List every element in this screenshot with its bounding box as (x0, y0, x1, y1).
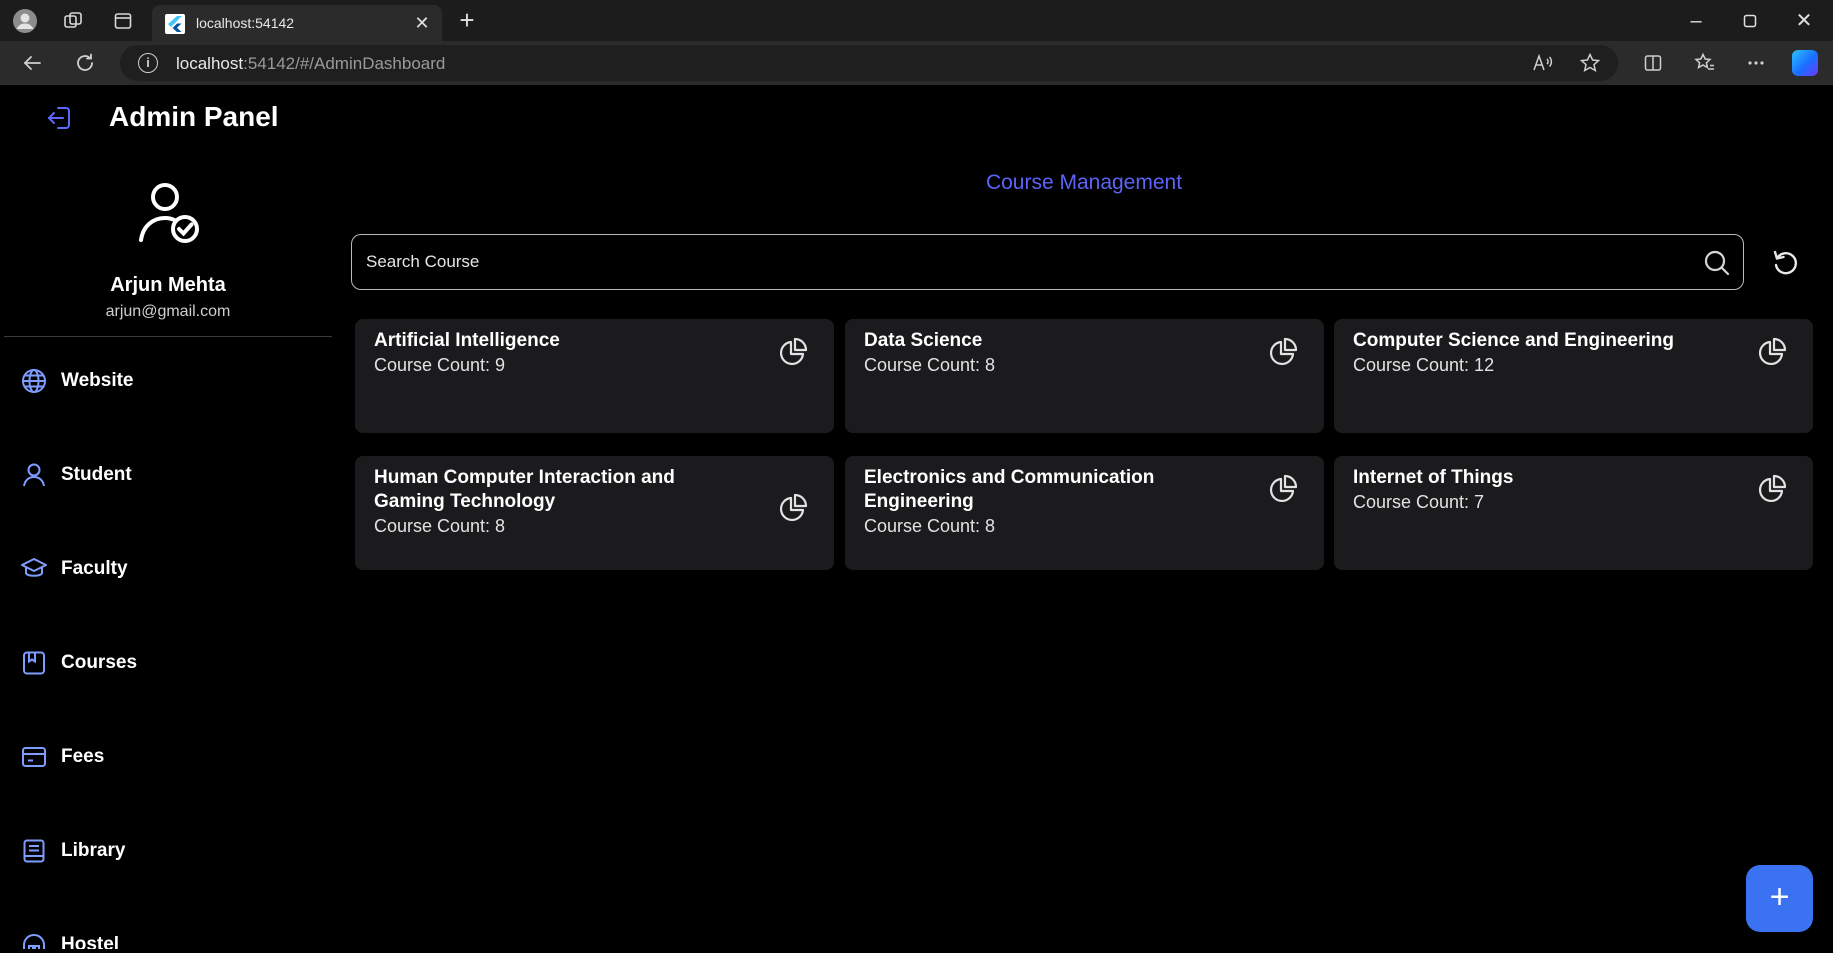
sidebar-item-label: Student (61, 464, 132, 485)
pie-chart-icon[interactable] (778, 493, 808, 523)
profile-name: Arjun Mehta (110, 274, 226, 296)
sidebar-item-label: Hostel (61, 934, 120, 949)
person-icon (19, 460, 49, 490)
workspaces-icon[interactable] (58, 6, 88, 36)
pie-chart-icon[interactable] (1757, 337, 1787, 367)
card-title: Computer Science and Engineering (1353, 330, 1674, 351)
close-icon[interactable]: ✕ (412, 13, 432, 33)
course-count: Course Count: 9 (374, 355, 506, 375)
app-title: Admin Panel (109, 101, 279, 132)
pie-chart-icon[interactable] (1268, 474, 1298, 504)
search-icon[interactable] (1703, 249, 1731, 277)
card-title: Internet of Things (1353, 467, 1514, 488)
copilot-icon[interactable] (1792, 50, 1818, 76)
course-count: Course Count: 8 (864, 355, 996, 375)
course-card-artificial-intelligence[interactable]: Artificial Intelligence Course Count: 9 (355, 319, 834, 433)
refresh-icon[interactable] (1769, 245, 1803, 279)
graduation-cap-icon (19, 554, 49, 584)
more-icon[interactable] (1741, 48, 1771, 78)
globe-icon (19, 366, 49, 396)
sidebar-item-courses[interactable]: Courses (19, 641, 319, 685)
course-count: Course Count: 8 (864, 516, 996, 536)
info-icon[interactable]: i (138, 53, 158, 73)
course-count: Course Count: 8 (374, 516, 506, 536)
sidebar-item-library[interactable]: Library (19, 829, 319, 873)
course-card-data-science[interactable]: Data Science Course Count: 8 (845, 319, 1324, 433)
profile-email: arjun@gmail.com (105, 303, 231, 320)
read-aloud-icon[interactable] (1530, 51, 1554, 75)
reload-icon[interactable] (70, 48, 100, 78)
logout-icon[interactable] (44, 102, 76, 134)
tab-actions-icon[interactable] (108, 6, 138, 36)
pie-chart-icon[interactable] (1757, 474, 1787, 504)
section-title: Course Management (985, 171, 1183, 194)
sidebar-item-student[interactable]: Student (19, 453, 319, 497)
sidebar-divider (4, 336, 332, 337)
back-icon[interactable] (17, 48, 47, 78)
sidebar-item-website[interactable]: Website (19, 359, 319, 403)
book-icon (19, 648, 49, 678)
sidebar-item-faculty[interactable]: Faculty (19, 547, 319, 591)
search-input[interactable] (366, 249, 1666, 275)
sidebar-item-hostel[interactable]: Hostel (19, 923, 319, 949)
browser-address-bar: i localhost:54142/#/AdminDashboard (0, 41, 1833, 85)
card-title: Human Computer Interaction and Gaming Te… (374, 467, 675, 512)
window-close-icon[interactable]: ✕ (1784, 4, 1824, 38)
library-book-icon (19, 836, 49, 866)
browser-tab-bar: localhost:54142 ✕ + – ✕ (0, 0, 1833, 41)
minimize-icon[interactable]: – (1676, 4, 1716, 38)
favorite-star-icon[interactable] (1578, 51, 1602, 75)
sidebar-item-label: Website (61, 370, 134, 391)
search-box (351, 234, 1744, 290)
tab-title: localhost:54142 (196, 15, 295, 31)
hostel-icon (19, 930, 49, 949)
pie-chart-icon[interactable] (778, 337, 808, 367)
admin-app: Admin Panel Arjun Mehta arjun@gmail.com … (4, 85, 1829, 949)
sidebar-item-label: Library (61, 840, 126, 861)
new-tab-icon[interactable]: + (452, 6, 482, 36)
url-host: localhost (176, 54, 244, 73)
profile-icon[interactable] (10, 6, 40, 36)
add-department-button[interactable]: + (1746, 865, 1813, 932)
url-path: :54142/#/AdminDashboard (243, 54, 446, 73)
flutter-icon (165, 14, 185, 34)
url-text[interactable]: localhost:54142/#/AdminDashboard (176, 54, 445, 74)
card-title: Electronics and Communication Engineerin… (864, 467, 1155, 512)
card-title: Data Science (864, 330, 983, 351)
pie-chart-icon[interactable] (1268, 337, 1298, 367)
favorites-icon[interactable] (1690, 48, 1720, 78)
course-card-hci-gaming[interactable]: Human Computer Interaction and Gaming Te… (355, 456, 834, 570)
sidebar-item-label: Faculty (61, 558, 128, 579)
course-count: Course Count: 12 (1353, 355, 1495, 375)
course-count: Course Count: 7 (1353, 492, 1485, 512)
course-card-computer-science[interactable]: Computer Science and Engineering Course C… (1334, 319, 1813, 433)
maximize-icon[interactable] (1730, 4, 1770, 38)
sidebar-item-fees[interactable]: Fees (19, 735, 319, 779)
sidebar-item-label: Courses (61, 652, 138, 673)
sidebar-item-label: Fees (61, 746, 105, 767)
payment-card-icon (19, 742, 49, 772)
browser-tab[interactable]: localhost:54142 ✕ (152, 5, 442, 41)
split-screen-icon[interactable] (1638, 48, 1668, 78)
course-card-electronics-communication[interactable]: Electronics and Communication Engineerin… (845, 456, 1324, 570)
url-bar[interactable]: i localhost:54142/#/AdminDashboard (120, 45, 1618, 81)
course-card-internet-of-things[interactable]: Internet of Things Course Count: 7 (1334, 456, 1813, 570)
user-verified-icon (135, 178, 207, 250)
card-title: Artificial Intelligence (374, 330, 560, 351)
